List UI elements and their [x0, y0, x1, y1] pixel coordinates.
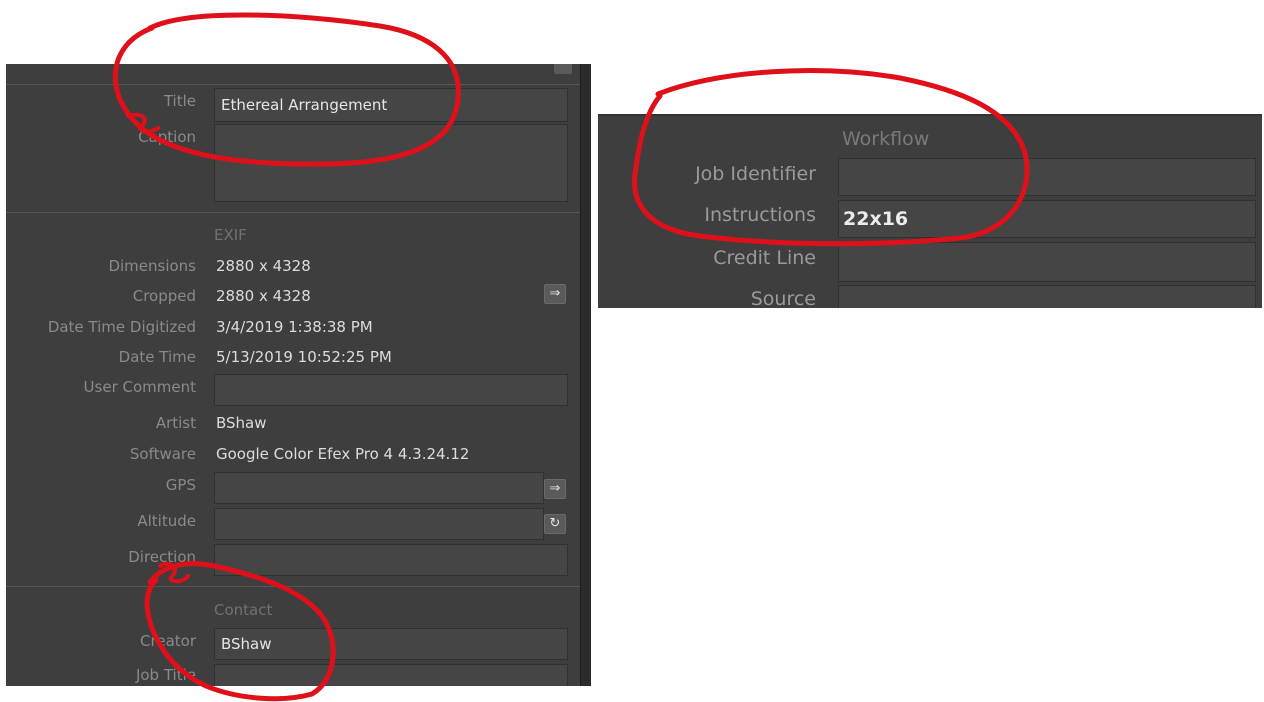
altitude-label: Altitude [137, 512, 196, 530]
caption-label: Caption [138, 128, 196, 146]
creator-label: Creator [140, 632, 196, 650]
dimensions-value: 2880 x 4328 [216, 257, 311, 275]
artist-label: Artist [155, 414, 196, 432]
date-time-digitized-label: Date Time Digitized [47, 318, 196, 336]
altitude-refresh-button[interactable]: ↻ [544, 514, 566, 534]
user-comment-field[interactable] [214, 374, 568, 406]
creator-value: BShaw [221, 635, 272, 653]
cropped-label: Cropped [132, 287, 196, 305]
panel-top-border [598, 114, 1262, 116]
title-value: Ethereal Arrangement [221, 96, 388, 114]
direction-label: Direction [128, 548, 196, 566]
title-field[interactable]: Ethereal Arrangement [214, 88, 568, 122]
source-label: Source [750, 288, 816, 308]
metadata-panel: Title Ethereal Arrangement Caption EXIF … [6, 64, 580, 686]
section-divider [6, 212, 580, 213]
contact-section-title: Contact [214, 601, 273, 619]
instructions-field[interactable]: 22x16 [838, 200, 1256, 238]
instructions-label: Instructions [704, 204, 816, 226]
job-title-label: Job Title [135, 666, 196, 684]
date-time-digitized-value: 3/4/2019 1:38:38 PM [216, 318, 373, 336]
user-comment-label: User Comment [83, 378, 196, 396]
software-value: Google Color Efex Pro 4 4.3.24.12 [216, 445, 470, 463]
cropped-go-button[interactable]: ⇒ [544, 284, 566, 304]
workflow-section-title: Workflow [842, 128, 930, 150]
partial-button[interactable] [554, 64, 572, 74]
creator-field[interactable]: BShaw [214, 628, 568, 660]
job-identifier-field[interactable] [838, 158, 1256, 196]
gps-go-button[interactable]: ⇒ [544, 479, 566, 499]
credit-line-label: Credit Line [713, 247, 816, 269]
gps-field[interactable] [214, 472, 544, 504]
direction-field[interactable] [214, 544, 568, 576]
cropped-value: 2880 x 4328 [216, 287, 311, 305]
panel-top-strip [6, 64, 580, 85]
title-label: Title [163, 92, 196, 110]
artist-value: BShaw [216, 414, 267, 432]
credit-line-field[interactable] [838, 242, 1256, 282]
date-time-value: 5/13/2019 10:52:25 PM [216, 348, 392, 366]
date-time-label: Date Time [118, 348, 196, 366]
job-title-field[interactable] [214, 664, 568, 686]
source-field[interactable] [838, 285, 1256, 308]
exif-section-title: EXIF [214, 226, 247, 244]
software-label: Software [129, 445, 196, 463]
refresh-icon: ↻ [549, 516, 561, 531]
job-identifier-label: Job Identifier [695, 163, 816, 185]
caption-field[interactable] [214, 124, 568, 202]
panel-scrollbar[interactable] [580, 64, 591, 686]
instructions-value: 22x16 [843, 208, 909, 230]
dimensions-label: Dimensions [108, 257, 196, 275]
altitude-field[interactable] [214, 508, 544, 540]
gps-label: GPS [165, 476, 196, 494]
right-arrow-icon: ⇒ [549, 286, 561, 301]
right-arrow-icon: ⇒ [549, 481, 561, 496]
section-divider [6, 586, 580, 587]
workflow-panel: Workflow Job Identifier Instructions 22x… [598, 114, 1262, 308]
